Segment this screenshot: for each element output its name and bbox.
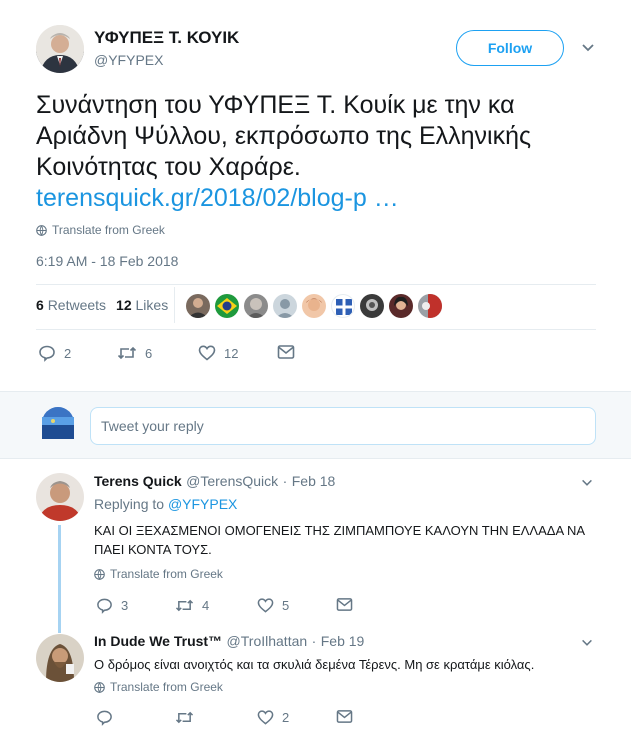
reply-text: Ο δρόμος είναι ανοιχτός και τα σκυλιά δε…	[94, 657, 535, 672]
author-name[interactable]: ΥΦΥΠΕΞ Τ. ΚΟΥΙΚ	[94, 28, 239, 48]
envelope-icon	[277, 345, 295, 359]
translate-link[interactable]: Translate from Greek	[94, 680, 223, 694]
message-action[interactable]	[336, 597, 353, 612]
reply-count: 3	[121, 598, 129, 613]
reply-icon	[97, 598, 112, 614]
like-count: 5	[282, 598, 290, 613]
chevron-down-icon[interactable]	[580, 636, 594, 655]
reply-author-avatar[interactable]	[36, 473, 84, 521]
liker-avatar[interactable]	[418, 294, 442, 318]
like-action[interactable]: 12	[198, 344, 238, 362]
reply-action[interactable]	[96, 709, 121, 726]
like-action[interactable]: 2	[257, 709, 289, 726]
heart-icon	[257, 598, 274, 613]
liker-avatar[interactable]	[273, 294, 297, 318]
retweet-count: 6	[145, 345, 153, 361]
reply-author-name[interactable]: In Dude We Trust™	[94, 633, 222, 649]
envelope-icon	[336, 598, 353, 611]
divider	[36, 329, 596, 330]
reply-header: In Dude We Trust™ @TroIlhattan · Feb 19	[94, 633, 364, 651]
likes-stat-label: Likes	[135, 297, 169, 313]
liker-avatar[interactable]	[186, 294, 210, 318]
reply-author-name[interactable]: Terens Quick	[94, 473, 182, 489]
replying-to-handle[interactable]: @YFYPEX	[168, 496, 237, 512]
liker-avatar[interactable]	[331, 294, 355, 318]
globe-icon	[94, 568, 105, 580]
liker-avatar[interactable]	[360, 294, 384, 318]
tweet-timestamp[interactable]: 6:19 AM - 18 Feb 2018	[36, 253, 178, 269]
chevron-down-icon[interactable]	[580, 40, 596, 61]
author-avatar[interactable]	[36, 25, 84, 73]
reply-date[interactable]: Feb 18	[292, 473, 336, 489]
tweet-body: Συνάντηση του ΥΦΥΠΕΞ Τ. Κουίκ με την κα …	[36, 91, 532, 181]
like-count: 2	[282, 710, 290, 725]
reply-input[interactable]: Tweet your reply	[90, 407, 596, 445]
retweet-count: 4	[202, 598, 210, 613]
retweets-stat-label: Retweets	[47, 297, 107, 313]
chevron-down-icon[interactable]	[580, 476, 594, 495]
retweet-action[interactable]	[175, 709, 202, 726]
replying-label: Replying to	[94, 496, 165, 512]
retweet-action[interactable]: 4	[175, 597, 209, 614]
liker-avatar[interactable]	[215, 294, 239, 318]
reply-action[interactable]: 2	[38, 344, 71, 362]
reply-placeholder: Tweet your reply	[101, 418, 204, 434]
retweet-action[interactable]: 6	[117, 344, 152, 362]
divider	[36, 284, 596, 285]
globe-icon	[94, 681, 105, 693]
author-handle[interactable]: @YFYPEX	[94, 52, 163, 68]
message-action[interactable]	[336, 709, 353, 724]
liker-avatar[interactable]	[302, 294, 326, 318]
reply-icon	[39, 345, 55, 362]
meta-dot: ·	[311, 633, 317, 649]
translate-label[interactable]: Translate from Greek	[110, 567, 223, 581]
tweet-text: Συνάντηση του ΥΦΥΠΕΞ Τ. Κουίκ με την κα …	[36, 90, 606, 214]
tweet-link[interactable]: terensquick.gr/2018/02/blog-p …	[36, 183, 606, 214]
reply-count: 2	[64, 345, 72, 361]
translate-link[interactable]: Translate from Greek	[36, 223, 165, 237]
retweet-icon	[175, 599, 194, 612]
like-count: 12	[224, 345, 239, 361]
reply-author-handle[interactable]: @TerensQuick	[186, 473, 278, 489]
meta-dot: ·	[282, 473, 288, 489]
reply-date[interactable]: Feb 19	[321, 633, 365, 649]
translate-link[interactable]: Translate from Greek	[94, 567, 223, 581]
liker-avatar[interactable]	[244, 294, 268, 318]
retweets-count: 6	[36, 297, 44, 313]
like-action[interactable]: 5	[257, 597, 289, 614]
reply-author-handle[interactable]: @TroIlhattan	[227, 633, 308, 649]
retweets-stat[interactable]: 6 Retweets	[36, 297, 106, 313]
reply-header: Terens Quick @TerensQuick · Feb 18	[94, 473, 335, 491]
tweet-stats: 6 Retweets 12 Likes	[36, 297, 168, 313]
liker-avatar[interactable]	[389, 294, 413, 318]
translate-label[interactable]: Translate from Greek	[110, 680, 223, 694]
reply-author-avatar[interactable]	[36, 634, 84, 682]
likes-count: 12	[116, 297, 132, 313]
thread-connector	[58, 525, 61, 633]
envelope-icon	[336, 710, 353, 723]
retweet-icon	[175, 711, 194, 724]
heart-icon	[257, 710, 274, 725]
likes-stat[interactable]: 12 Likes	[116, 297, 168, 313]
replying-to: Replying to @YFYPEX	[94, 496, 237, 512]
message-action[interactable]	[277, 344, 295, 360]
reply-icon	[97, 710, 112, 726]
reply-action[interactable]: 3	[96, 597, 128, 614]
stats-separator	[174, 287, 175, 323]
globe-icon	[36, 224, 47, 236]
reply-text: ΚΑΙ ΟΙ ΞΕΧΑΣΜΕΝΟΙ ΟΜΟΓΕΝΕΙΣ ΤΗΣ ΖΙΜΠΑΜΠΟ…	[94, 523, 585, 557]
heart-icon	[198, 345, 216, 361]
translate-label[interactable]: Translate from Greek	[52, 223, 165, 237]
current-user-avatar	[42, 407, 74, 439]
retweet-icon	[117, 346, 137, 360]
follow-button[interactable]: Follow	[456, 30, 564, 66]
